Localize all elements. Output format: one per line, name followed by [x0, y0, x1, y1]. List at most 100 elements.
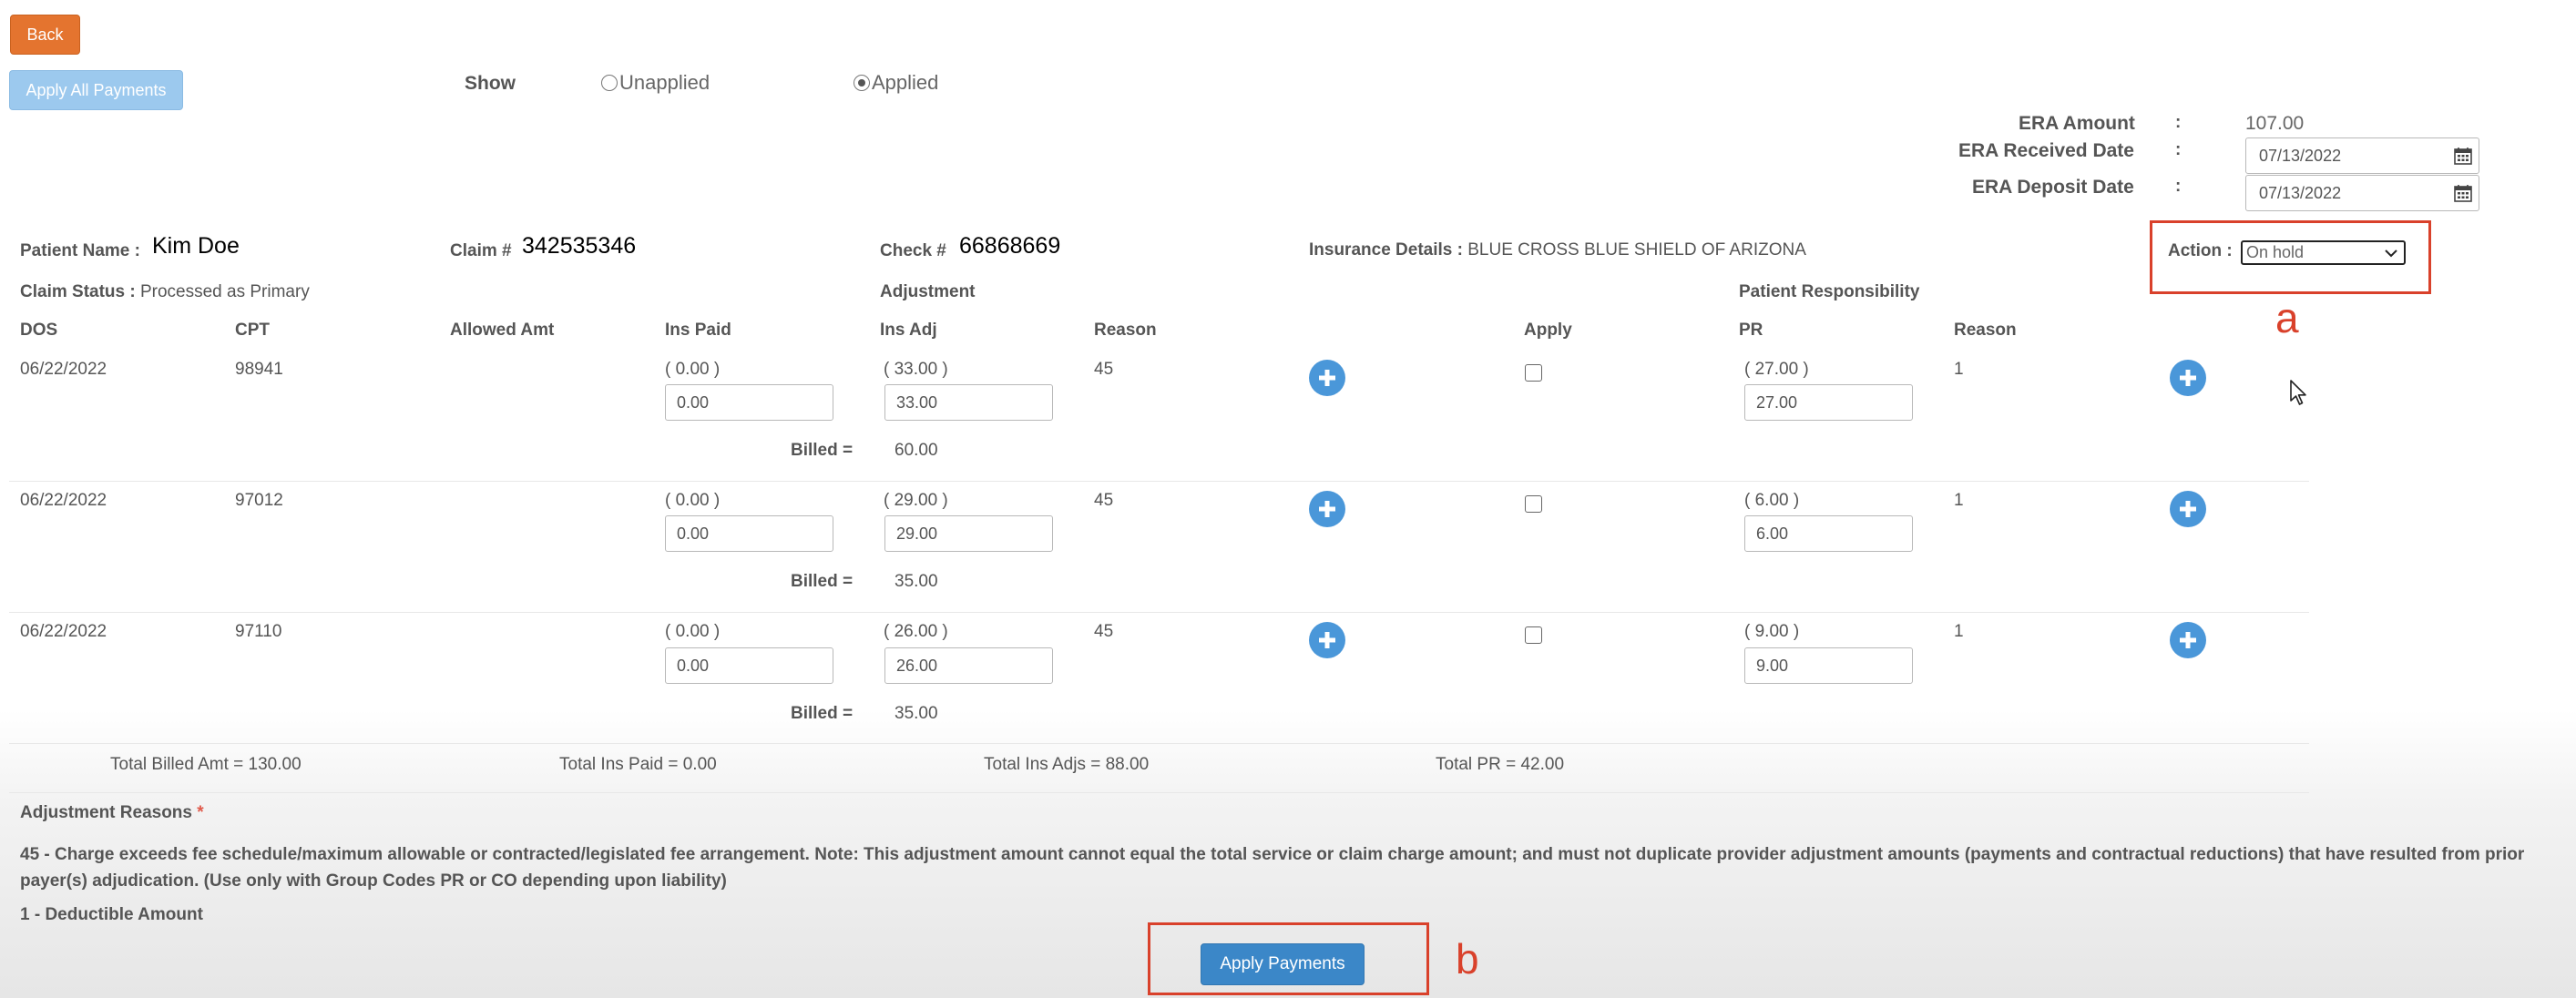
col-header-allowed: Allowed Amt — [450, 321, 555, 340]
add-pr-button[interactable] — [2170, 491, 2206, 527]
annotation-letter-b: b — [1456, 935, 1479, 983]
col-header-pr-reason: Reason — [1954, 321, 2017, 340]
col-header-ins-paid: Ins Paid — [665, 321, 731, 340]
chevron-down-icon — [2385, 249, 2397, 257]
row-reason: 45 — [1094, 360, 1114, 379]
plus-icon — [2180, 632, 2196, 648]
row-ins-paid-original: ( 0.00 ) — [665, 360, 721, 379]
total-billed: Total Billed Amt = 130.00 — [110, 755, 302, 774]
row-pr-reason: 1 — [1954, 491, 1964, 510]
billed-label: Billed = — [791, 704, 854, 723]
calendar-icon[interactable] — [2453, 183, 2473, 203]
annotation-letter-a: a — [2275, 294, 2299, 341]
row-pr-original: ( 9.00 ) — [1744, 622, 1800, 641]
payment-posting-page: Back Apply All Payments Show Unapplied A… — [0, 0, 2576, 998]
radio-applied-icon[interactable] — [854, 75, 870, 91]
row-divider — [9, 792, 2309, 793]
col-header-reason: Reason — [1094, 321, 1157, 340]
radio-applied[interactable]: Applied — [854, 71, 938, 95]
insurance-details: Insurance Details : BLUE CROSS BLUE SHIE… — [1309, 240, 1806, 260]
era-received-date-input[interactable]: 07/13/2022 — [2245, 137, 2479, 174]
action-select[interactable]: On hold — [2241, 240, 2406, 265]
row-ins-adj-original: ( 33.00 ) — [884, 360, 948, 379]
patient-name-label: Patient Name : — [20, 241, 140, 260]
apply-checkbox[interactable] — [1525, 495, 1542, 513]
show-label: Show — [465, 73, 516, 94]
row-divider — [9, 481, 2309, 482]
ins-adj-input[interactable]: 33.00 — [884, 384, 1053, 421]
row-pr-original: ( 6.00 ) — [1744, 491, 1800, 510]
row-pr-original: ( 27.00 ) — [1744, 360, 1809, 379]
billed-value: 35.00 — [894, 704, 938, 723]
row-pr-reason: 1 — [1954, 622, 1964, 641]
col-header-cpt: CPT — [235, 321, 270, 340]
era-amount-label: ERA Amount — [2019, 113, 2135, 134]
row-reason: 45 — [1094, 622, 1114, 641]
apply-checkbox[interactable] — [1525, 626, 1542, 644]
billed-value: 60.00 — [894, 441, 938, 460]
add-pr-button[interactable] — [2170, 360, 2206, 396]
add-adjustment-button[interactable] — [1309, 622, 1345, 658]
ins-paid-input[interactable]: 0.00 — [665, 515, 833, 552]
calendar-icon[interactable] — [2453, 146, 2473, 166]
radio-unapplied[interactable]: Unapplied — [601, 71, 710, 95]
billed-label: Billed = — [791, 441, 854, 460]
billed-label: Billed = — [791, 572, 854, 591]
era-deposit-date-input[interactable]: 07/13/2022 — [2245, 175, 2479, 211]
row-divider — [9, 743, 2309, 744]
adjustment-reasons-title-text: Adjustment Reasons — [20, 803, 192, 822]
add-adjustment-button[interactable] — [1309, 360, 1345, 396]
plus-icon — [1319, 370, 1335, 386]
add-pr-button[interactable] — [2170, 622, 2206, 658]
era-received-label: ERA Received Date — [1958, 140, 2134, 161]
claim-number-label: Claim # — [450, 241, 512, 260]
pr-input[interactable]: 27.00 — [1744, 384, 1913, 421]
total-ins-paid: Total Ins Paid = 0.00 — [559, 755, 717, 774]
radio-unapplied-icon[interactable] — [601, 75, 618, 91]
row-divider — [9, 612, 2309, 613]
adjustment-reason-1: 1 - Deductible Amount — [20, 905, 203, 924]
claim-status: Claim Status : Processed as Primary — [20, 282, 310, 302]
row-dos: 06/22/2022 — [20, 622, 107, 641]
era-amount-value: 107.00 — [2245, 113, 2305, 134]
ins-paid-input[interactable]: 0.00 — [665, 647, 833, 684]
table-row: 06/22/2022 97110 ( 0.00 ) 0.00 ( 26.00 )… — [0, 622, 2314, 740]
radio-applied-label: Applied — [872, 71, 939, 94]
era-received-sep: : — [2175, 140, 2182, 159]
apply-all-payments-button[interactable]: Apply All Payments — [9, 70, 183, 110]
radio-unapplied-label: Unapplied — [619, 71, 710, 94]
plus-icon — [2180, 501, 2196, 517]
table-row: 06/22/2022 98941 ( 0.00 ) 0.00 ( 33.00 )… — [0, 360, 2314, 478]
add-adjustment-button[interactable] — [1309, 491, 1345, 527]
row-ins-paid-original: ( 0.00 ) — [665, 622, 721, 641]
insurance-details-value: BLUE CROSS BLUE SHIELD OF ARIZONA — [1467, 240, 1806, 260]
era-received-date-value: 07/13/2022 — [2259, 146, 2342, 165]
patient-responsibility-group-header: Patient Responsibility — [1739, 282, 1920, 301]
claim-status-value: Processed as Primary — [139, 282, 310, 301]
patient-name-value: Kim Doe — [152, 233, 240, 259]
apply-checkbox[interactable] — [1525, 364, 1542, 382]
row-reason: 45 — [1094, 491, 1114, 510]
claim-status-label: Claim Status : — [20, 282, 136, 301]
row-dos: 06/22/2022 — [20, 491, 107, 510]
mouse-cursor-icon — [2289, 379, 2309, 413]
table-row: 06/22/2022 97012 ( 0.00 ) 0.00 ( 29.00 )… — [0, 491, 2314, 609]
billed-value: 35.00 — [894, 572, 938, 591]
action-label: Action : — [2168, 241, 2233, 260]
col-header-dos: DOS — [20, 321, 58, 340]
required-mark: * — [197, 803, 204, 822]
col-header-pr: PR — [1739, 321, 1763, 340]
ins-adj-input[interactable]: 29.00 — [884, 515, 1053, 552]
back-button[interactable]: Back — [10, 15, 80, 55]
pr-input[interactable]: 9.00 — [1744, 647, 1913, 684]
pr-input[interactable]: 6.00 — [1744, 515, 1913, 552]
check-number-value: 66868669 — [959, 233, 1061, 259]
apply-payments-button[interactable]: Apply Payments — [1201, 943, 1365, 985]
ins-adj-input[interactable]: 26.00 — [884, 647, 1053, 684]
adjustment-reason-45: 45 - Charge exceeds fee schedule/maximum… — [20, 845, 2525, 891]
era-deposit-date-value: 07/13/2022 — [2259, 183, 2342, 202]
ins-paid-input[interactable]: 0.00 — [665, 384, 833, 421]
row-pr-reason: 1 — [1954, 360, 1964, 379]
row-ins-adj-original: ( 29.00 ) — [884, 491, 948, 510]
row-cpt: 97012 — [235, 491, 283, 510]
